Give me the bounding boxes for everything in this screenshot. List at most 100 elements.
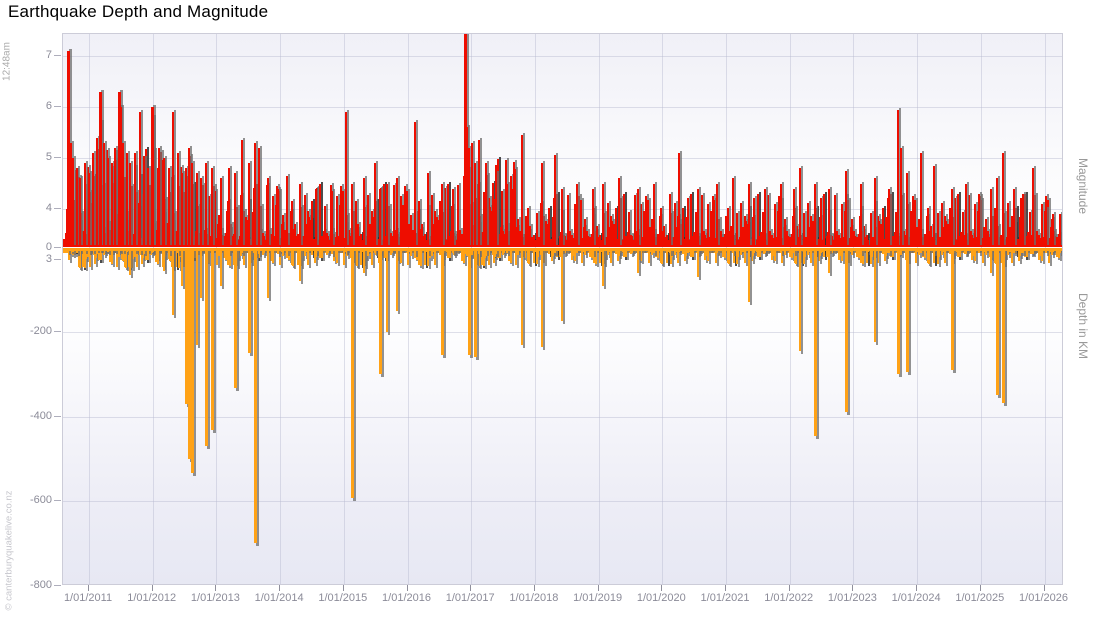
quake-bar[interactable] bbox=[129, 163, 131, 247]
quake-bar[interactable] bbox=[1002, 248, 1005, 403]
quake-bar[interactable] bbox=[678, 248, 680, 252]
quake-bar[interactable] bbox=[669, 248, 671, 253]
quake-bar[interactable] bbox=[554, 155, 556, 247]
quake-bar[interactable] bbox=[196, 173, 198, 247]
quake-bar[interactable] bbox=[163, 158, 165, 247]
quake-bar[interactable] bbox=[277, 189, 279, 247]
quake-bar[interactable] bbox=[468, 248, 471, 356]
quake-bar[interactable] bbox=[990, 189, 992, 247]
quake-bar[interactable] bbox=[814, 184, 816, 248]
quake-bar[interactable] bbox=[521, 135, 523, 247]
quake-bar[interactable] bbox=[793, 189, 795, 247]
quake-bar[interactable] bbox=[1013, 189, 1015, 247]
quake-bar[interactable] bbox=[978, 248, 980, 253]
quake-bar[interactable] bbox=[414, 248, 416, 254]
quake-bar[interactable] bbox=[541, 163, 543, 247]
quake-bar[interactable] bbox=[780, 248, 782, 254]
quake-bar[interactable] bbox=[177, 248, 179, 253]
quake-bar[interactable] bbox=[996, 178, 998, 247]
quake-bar[interactable] bbox=[732, 178, 734, 247]
quake-bar[interactable] bbox=[1045, 209, 1047, 247]
quake-bar[interactable] bbox=[561, 248, 563, 322]
quake-bar[interactable] bbox=[241, 140, 243, 247]
quake-bar[interactable] bbox=[427, 248, 429, 253]
quake-bar[interactable] bbox=[592, 189, 594, 247]
quake-bar[interactable] bbox=[205, 163, 207, 247]
quake-bar[interactable] bbox=[764, 248, 766, 253]
quake-bar[interactable] bbox=[452, 189, 454, 247]
quake-bar[interactable] bbox=[764, 189, 766, 247]
quake-bar[interactable] bbox=[188, 148, 190, 247]
quake-bar[interactable] bbox=[653, 248, 655, 254]
quake-bar[interactable] bbox=[79, 248, 81, 252]
quake-bar[interactable] bbox=[177, 153, 179, 247]
quake-bar[interactable] bbox=[191, 163, 193, 247]
quake-bar[interactable] bbox=[220, 248, 222, 286]
quake-bar[interactable] bbox=[799, 248, 801, 352]
quake-bar[interactable] bbox=[228, 168, 230, 247]
quake-bar[interactable] bbox=[897, 248, 900, 375]
quake-bar[interactable] bbox=[139, 112, 141, 247]
quake-bar[interactable] bbox=[471, 248, 473, 256]
quake-bar[interactable] bbox=[452, 248, 454, 254]
quake-bar[interactable] bbox=[906, 248, 909, 373]
quake-bar[interactable] bbox=[147, 248, 149, 252]
quake-bar[interactable] bbox=[978, 194, 980, 247]
quake-bar[interactable] bbox=[277, 248, 279, 254]
quake-bar[interactable] bbox=[396, 248, 398, 311]
quake-bar[interactable] bbox=[495, 173, 497, 247]
quake-bar[interactable] bbox=[111, 248, 113, 252]
quake-bar[interactable] bbox=[107, 248, 109, 253]
quake-bar[interactable] bbox=[602, 248, 604, 286]
quake-bar[interactable] bbox=[331, 191, 333, 247]
quake-bar[interactable] bbox=[181, 173, 183, 247]
quake-bar[interactable] bbox=[152, 117, 154, 247]
quake-bar[interactable] bbox=[485, 248, 487, 253]
quake-bar[interactable] bbox=[441, 248, 444, 356]
quake-bar[interactable] bbox=[618, 178, 620, 247]
quake-bar[interactable] bbox=[441, 184, 443, 248]
quake-bar[interactable] bbox=[697, 248, 699, 278]
quake-bar[interactable] bbox=[84, 163, 86, 247]
quake-bar[interactable] bbox=[474, 248, 477, 358]
quake-bar[interactable] bbox=[1032, 168, 1034, 247]
quake-bar[interactable] bbox=[1002, 153, 1004, 247]
quake-bar[interactable] bbox=[669, 194, 671, 247]
quake-bar[interactable] bbox=[205, 248, 208, 446]
quake-bar[interactable] bbox=[103, 248, 105, 252]
quake-bar[interactable] bbox=[168, 168, 170, 247]
quake-bar[interactable] bbox=[444, 188, 446, 247]
quake-bar[interactable] bbox=[134, 153, 136, 247]
quake-bar[interactable] bbox=[576, 248, 578, 254]
quake-bar[interactable] bbox=[107, 158, 109, 247]
quake-bar[interactable] bbox=[379, 189, 381, 247]
quake-bar[interactable] bbox=[920, 153, 922, 247]
quake-bar[interactable] bbox=[576, 184, 578, 248]
quake-bar[interactable] bbox=[965, 248, 967, 255]
quake-bar[interactable] bbox=[374, 248, 376, 253]
quake-bar[interactable] bbox=[345, 112, 347, 247]
quake-bar[interactable] bbox=[88, 248, 90, 253]
quake-bar[interactable] bbox=[468, 148, 470, 247]
quake-bar[interactable] bbox=[172, 112, 174, 247]
quake-bar[interactable] bbox=[129, 248, 131, 275]
quake-bar[interactable] bbox=[860, 248, 862, 254]
quake-bar[interactable] bbox=[697, 189, 699, 247]
quake-bar[interactable] bbox=[888, 189, 890, 247]
quake-bar[interactable] bbox=[315, 189, 317, 247]
quake-bar[interactable] bbox=[653, 184, 655, 248]
quake-bar[interactable] bbox=[163, 248, 165, 271]
quake-bar[interactable] bbox=[780, 184, 782, 248]
quake-bar[interactable] bbox=[248, 248, 251, 354]
quake-bar[interactable] bbox=[860, 184, 862, 248]
quake-bar[interactable] bbox=[258, 148, 260, 247]
quake-bar[interactable] bbox=[126, 153, 128, 247]
quake-bar[interactable] bbox=[126, 248, 128, 252]
quake-bar[interactable] bbox=[799, 168, 801, 247]
quake-bar[interactable] bbox=[554, 248, 556, 253]
quake-bar[interactable] bbox=[1022, 248, 1024, 253]
quake-bar[interactable] bbox=[1059, 214, 1061, 247]
quake-bar[interactable] bbox=[241, 248, 243, 254]
quake-bar[interactable] bbox=[248, 163, 250, 247]
quake-bar[interactable] bbox=[561, 189, 563, 247]
